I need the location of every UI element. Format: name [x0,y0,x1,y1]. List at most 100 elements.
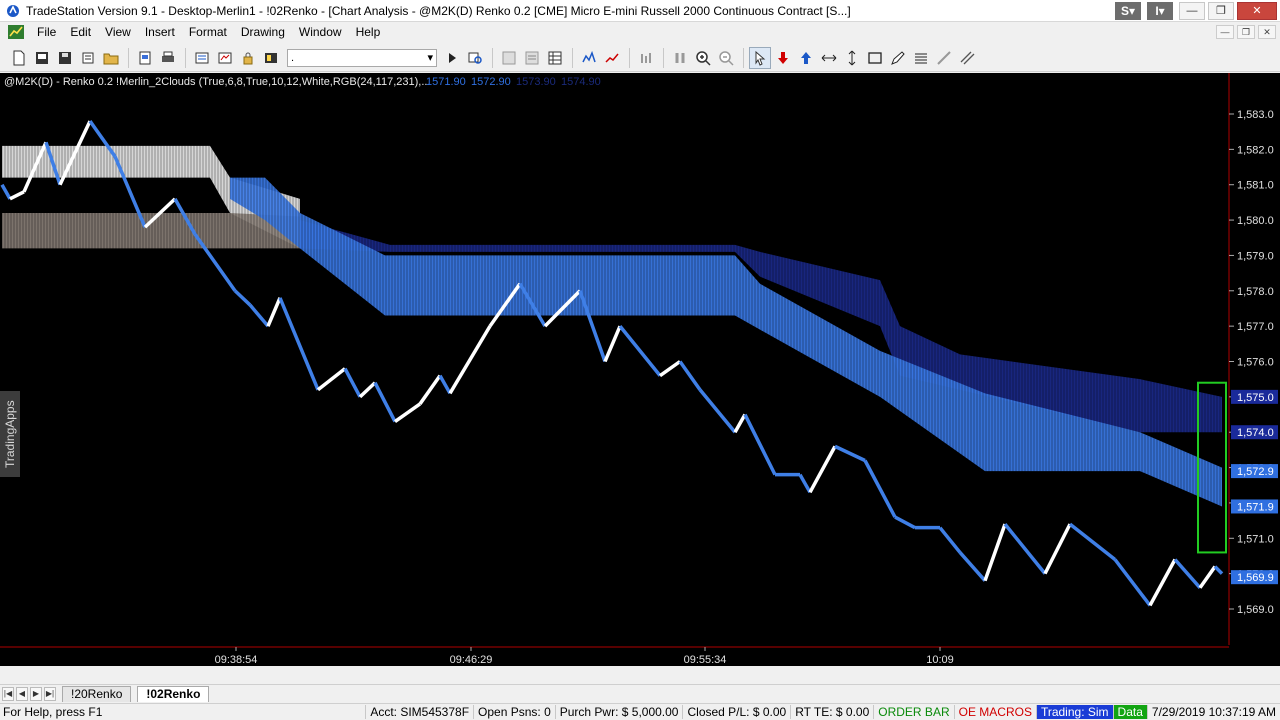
y-tick-label: 1,577.0 [1237,321,1274,333]
price-marker-label: 1,571.9 [1237,501,1274,513]
order-bar-toggle[interactable]: ORDER BAR [873,705,953,719]
header-value: 1574.90 [561,76,601,88]
pencil-icon[interactable] [887,47,909,69]
x-tick-label: 10:09 [926,654,954,666]
print-preview-icon[interactable] [134,47,156,69]
data-status-badge: Data [1112,705,1147,719]
symbol-combo[interactable]: . [287,48,437,67]
mdi-minimize-button[interactable]: — [1216,25,1234,39]
chart-area[interactable]: 1,583.0 1,582.0 1,581.0 1,580.0 1,579.0 1,578… [0,73,1280,666]
status-bar: For Help, press F1 Acct: SIM545378F Open… [0,703,1280,720]
header-value: 1573.90 [516,76,556,88]
folder-icon[interactable] [100,47,122,69]
open-icon[interactable] [31,47,53,69]
price-marker-label: 1,569.9 [1237,572,1274,584]
app-icon [7,4,19,17]
tradingapps-tab[interactable]: TradingApps [0,391,20,477]
i-button[interactable]: I ▾ [1147,1,1173,20]
menu-insert[interactable]: Insert [138,25,182,39]
channel-icon[interactable] [956,47,978,69]
lines-icon[interactable] [910,47,932,69]
tab-02renko[interactable]: !02Renko [137,685,210,702]
s-button[interactable]: S ▾ [1115,1,1141,20]
horizontal-line-icon[interactable] [818,47,840,69]
maximize-button[interactable]: ❐ [1208,1,1234,20]
y-tick-label: 1,578.0 [1237,286,1274,298]
vertical-line-icon[interactable] [841,47,863,69]
strategy-icon[interactable] [601,47,623,69]
menu-file[interactable]: File [30,25,63,39]
y-tick-label: 1,580.0 [1237,215,1274,227]
zoom-out-icon[interactable] [715,47,737,69]
symbol-lookup-icon[interactable] [464,47,486,69]
mdi-controls: — ❐ ✕ [1213,25,1276,39]
format-icon[interactable] [214,47,236,69]
y-tick-label: 1,576.0 [1237,357,1274,369]
clock: 7/29/2019 10:37:19 AM [1146,705,1280,719]
title-bar: TradeStation Version 9.1 - Desktop-Merli… [0,0,1280,22]
play-icon[interactable] [441,47,463,69]
y-tick-label: 1,571.0 [1237,533,1274,545]
y-tick-label: 1,569.0 [1237,604,1274,616]
close-button[interactable]: ✕ [1237,1,1277,20]
sell-arrow-icon[interactable] [772,47,794,69]
renko-segment [698,388,737,434]
lock-icon[interactable] [237,47,259,69]
renko-chart[interactable]: 1,583.0 1,582.0 1,581.0 1,580.0 1,579.0 1,578… [0,73,1280,666]
oe-macros-toggle[interactable]: OE MACROS [953,705,1036,719]
rt-te: RT TE: $ 0.00 [790,705,873,719]
candles-icon[interactable] [669,47,691,69]
toolbar: . [0,44,1280,72]
chart-header: @M2K(D) - Renko 0.2 !Merlin_2Clouds (Tru… [4,76,431,88]
chart-logo-icon [8,25,24,39]
y-tick-label: 1,582.0 [1237,144,1274,156]
renko-segment [603,325,622,363]
tab-20renko[interactable]: !20Renko [62,685,132,702]
account-status[interactable]: Acct: SIM545378F [365,705,473,719]
renko-segment [1213,565,1224,575]
price-marker-label: 1,575.0 [1237,392,1274,404]
menu-view[interactable]: View [98,25,138,39]
pointer-icon[interactable] [749,46,771,69]
table-icon[interactable] [544,47,566,69]
next-tab-button[interactable]: ▶ [30,686,42,701]
new-icon[interactable] [8,47,30,69]
renko-segment [958,551,987,582]
menu-format[interactable]: Format [182,25,234,39]
renko-segment [248,303,270,328]
renko-segment [0,183,12,200]
workspace-icon[interactable] [77,47,99,69]
print-icon[interactable] [157,47,179,69]
last-tab-button[interactable]: ▶| [44,686,56,701]
buy-arrow-icon[interactable] [795,47,817,69]
x-tick-label: 09:38:54 [215,654,258,666]
minimize-button[interactable]: — [1179,1,1205,20]
grid-icon[interactable] [498,47,520,69]
analysis-icon[interactable] [635,47,657,69]
toggle-icon[interactable] [260,47,282,69]
y-tick-label: 1,581.0 [1237,180,1274,192]
save-icon[interactable] [54,47,76,69]
closed-pl: Closed P/L: $ 0.00 [682,705,790,719]
trendline-icon[interactable] [933,47,955,69]
purchasing-power: Purch Pwr: $ 5,000.00 [554,705,683,719]
sheet-tabs-bar: |◀ ◀ ▶ ▶| !20Renko !02Renko [0,684,1280,702]
open-positions: Open Psns: 0 [473,705,555,719]
mdi-restore-button[interactable]: ❐ [1237,25,1255,39]
zoom-in-icon[interactable] [692,47,714,69]
menu-help[interactable]: Help [349,25,388,39]
menu-edit[interactable]: Edit [63,25,98,39]
mdi-close-button[interactable]: ✕ [1258,25,1276,39]
menu-drawing[interactable]: Drawing [234,25,292,39]
first-tab-button[interactable]: |◀ [2,686,14,701]
prev-tab-button[interactable]: ◀ [16,686,28,701]
bars-icon[interactable] [521,47,543,69]
rectangle-icon[interactable] [864,47,886,69]
y-tick-label: 1,579.0 [1237,250,1274,262]
x-tick-label: 09:55:34 [684,654,727,666]
trading-mode-badge[interactable]: Trading: Sim [1035,705,1113,719]
indicator-icon[interactable] [578,47,600,69]
header-value: 1571.90 [426,76,466,88]
link-icon[interactable] [191,47,213,69]
menu-window[interactable]: Window [292,25,349,39]
